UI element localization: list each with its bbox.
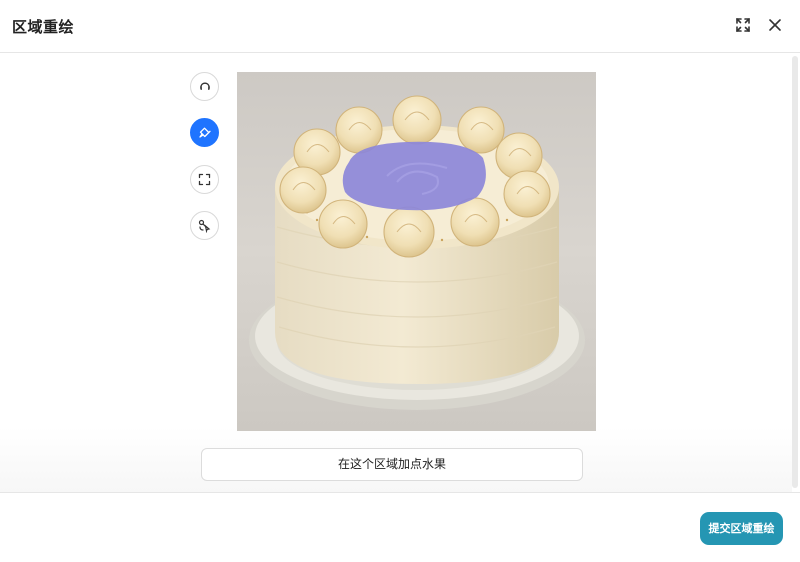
fullscreen-button[interactable] bbox=[731, 13, 755, 37]
cake-image bbox=[237, 72, 596, 431]
close-button[interactable] bbox=[763, 13, 787, 37]
smart-select-icon bbox=[198, 219, 211, 233]
smart-select-tool-button[interactable] bbox=[190, 211, 219, 240]
fullscreen-icon bbox=[736, 18, 750, 32]
footer-divider bbox=[0, 492, 800, 493]
select-area-tool-button[interactable] bbox=[190, 165, 219, 194]
submit-inpaint-button[interactable]: 提交区域重绘 bbox=[700, 512, 783, 545]
inpaint-mask bbox=[342, 141, 486, 211]
prompt-input[interactable]: 在这个区域加点水果 bbox=[201, 448, 583, 481]
image-canvas[interactable] bbox=[237, 72, 596, 431]
dialog-title: 区域重绘 bbox=[12, 18, 75, 36]
inpaint-dialog: 区域重绘 在这个区域加点水果 提交区域重绘 bbox=[0, 0, 800, 562]
scrollbar[interactable] bbox=[792, 56, 798, 488]
close-icon bbox=[769, 19, 781, 31]
reset-tool-button[interactable] bbox=[190, 72, 219, 101]
brush-icon bbox=[199, 127, 211, 138]
select-frame-icon bbox=[198, 173, 211, 186]
rotate-icon bbox=[199, 82, 210, 90]
brush-tool-button[interactable] bbox=[190, 118, 219, 147]
dialog-header: 区域重绘 bbox=[0, 0, 800, 53]
